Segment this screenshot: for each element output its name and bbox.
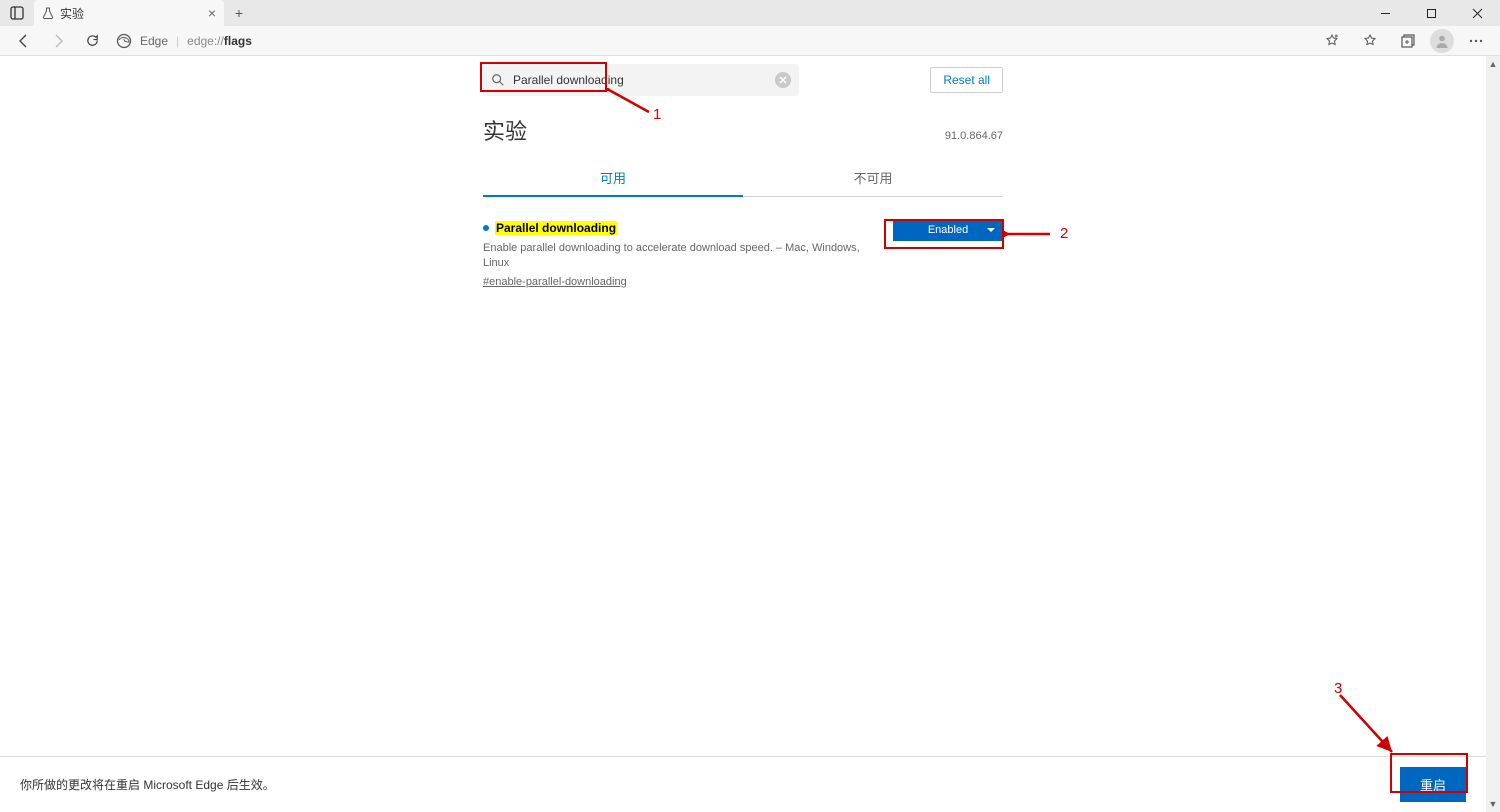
search-icon bbox=[491, 73, 505, 87]
tabs: 可用 不可用 bbox=[483, 160, 1003, 197]
window-controls bbox=[1362, 0, 1500, 26]
version-label: 91.0.864.67 bbox=[945, 130, 1003, 142]
flags-search-box[interactable] bbox=[483, 64, 799, 96]
flag-description: Enable parallel downloading to accelerat… bbox=[483, 241, 877, 272]
tab-title: 实验 bbox=[60, 5, 84, 22]
address-separator: | bbox=[176, 34, 179, 48]
tab-unavailable[interactable]: 不可用 bbox=[743, 160, 1003, 196]
minimize-button[interactable] bbox=[1362, 0, 1408, 26]
refresh-button[interactable] bbox=[76, 27, 108, 55]
restart-button[interactable]: 重启 bbox=[1400, 767, 1466, 802]
maximize-button[interactable] bbox=[1408, 0, 1454, 26]
flag-status-dot bbox=[483, 225, 489, 231]
titlebar: 实验 × + bbox=[0, 0, 1500, 26]
favorites-button[interactable] bbox=[1354, 27, 1386, 55]
reading-mode-button[interactable] bbox=[1316, 27, 1348, 55]
flag-state-value: Enabled bbox=[928, 224, 968, 236]
page-content: Reset all 实验 91.0.864.67 可用 不可用 Parallel… bbox=[0, 56, 1486, 812]
close-window-button[interactable] bbox=[1454, 0, 1500, 26]
new-tab-button[interactable]: + bbox=[224, 0, 254, 26]
tab-available[interactable]: 可用 bbox=[483, 160, 743, 197]
page-title: 实验 bbox=[483, 114, 527, 146]
collections-button[interactable] bbox=[1392, 27, 1424, 55]
close-tab-button[interactable]: × bbox=[208, 5, 216, 21]
profile-avatar[interactable] bbox=[1430, 29, 1454, 53]
reset-all-button[interactable]: Reset all bbox=[930, 67, 1003, 93]
flag-name: Parallel downloading bbox=[495, 221, 617, 235]
flag-state-select[interactable]: Enabled bbox=[893, 219, 1003, 241]
restart-message: 你所做的更改将在重启 Microsoft Edge 后生效。 bbox=[20, 776, 275, 793]
address-bar[interactable]: Edge | edge://flags bbox=[116, 33, 252, 49]
flag-row: Parallel downloading Enable parallel dow… bbox=[483, 219, 1003, 290]
tab-actions-button[interactable] bbox=[0, 0, 34, 26]
edge-logo-icon bbox=[116, 33, 132, 49]
clear-search-button[interactable] bbox=[775, 72, 791, 88]
back-button[interactable] bbox=[8, 27, 40, 55]
toolbar: Edge | edge://flags bbox=[0, 26, 1500, 56]
url-path: flags bbox=[224, 34, 252, 48]
flask-icon bbox=[42, 7, 54, 19]
browser-tab[interactable]: 实验 × bbox=[34, 0, 224, 26]
address-engine: Edge bbox=[140, 34, 168, 48]
scroll-up-arrow[interactable]: ▲ bbox=[1486, 56, 1500, 72]
vertical-scrollbar[interactable]: ▲ ▼ bbox=[1486, 56, 1500, 812]
restart-bar: 你所做的更改将在重启 Microsoft Edge 后生效。 重启 bbox=[0, 756, 1486, 812]
scroll-down-arrow[interactable]: ▼ bbox=[1486, 796, 1500, 812]
url-prefix: edge:// bbox=[187, 34, 224, 48]
flag-anchor-link[interactable]: #enable-parallel-downloading bbox=[483, 276, 627, 288]
flags-search-input[interactable] bbox=[513, 73, 769, 87]
more-button[interactable] bbox=[1460, 27, 1492, 55]
forward-button[interactable] bbox=[42, 27, 74, 55]
